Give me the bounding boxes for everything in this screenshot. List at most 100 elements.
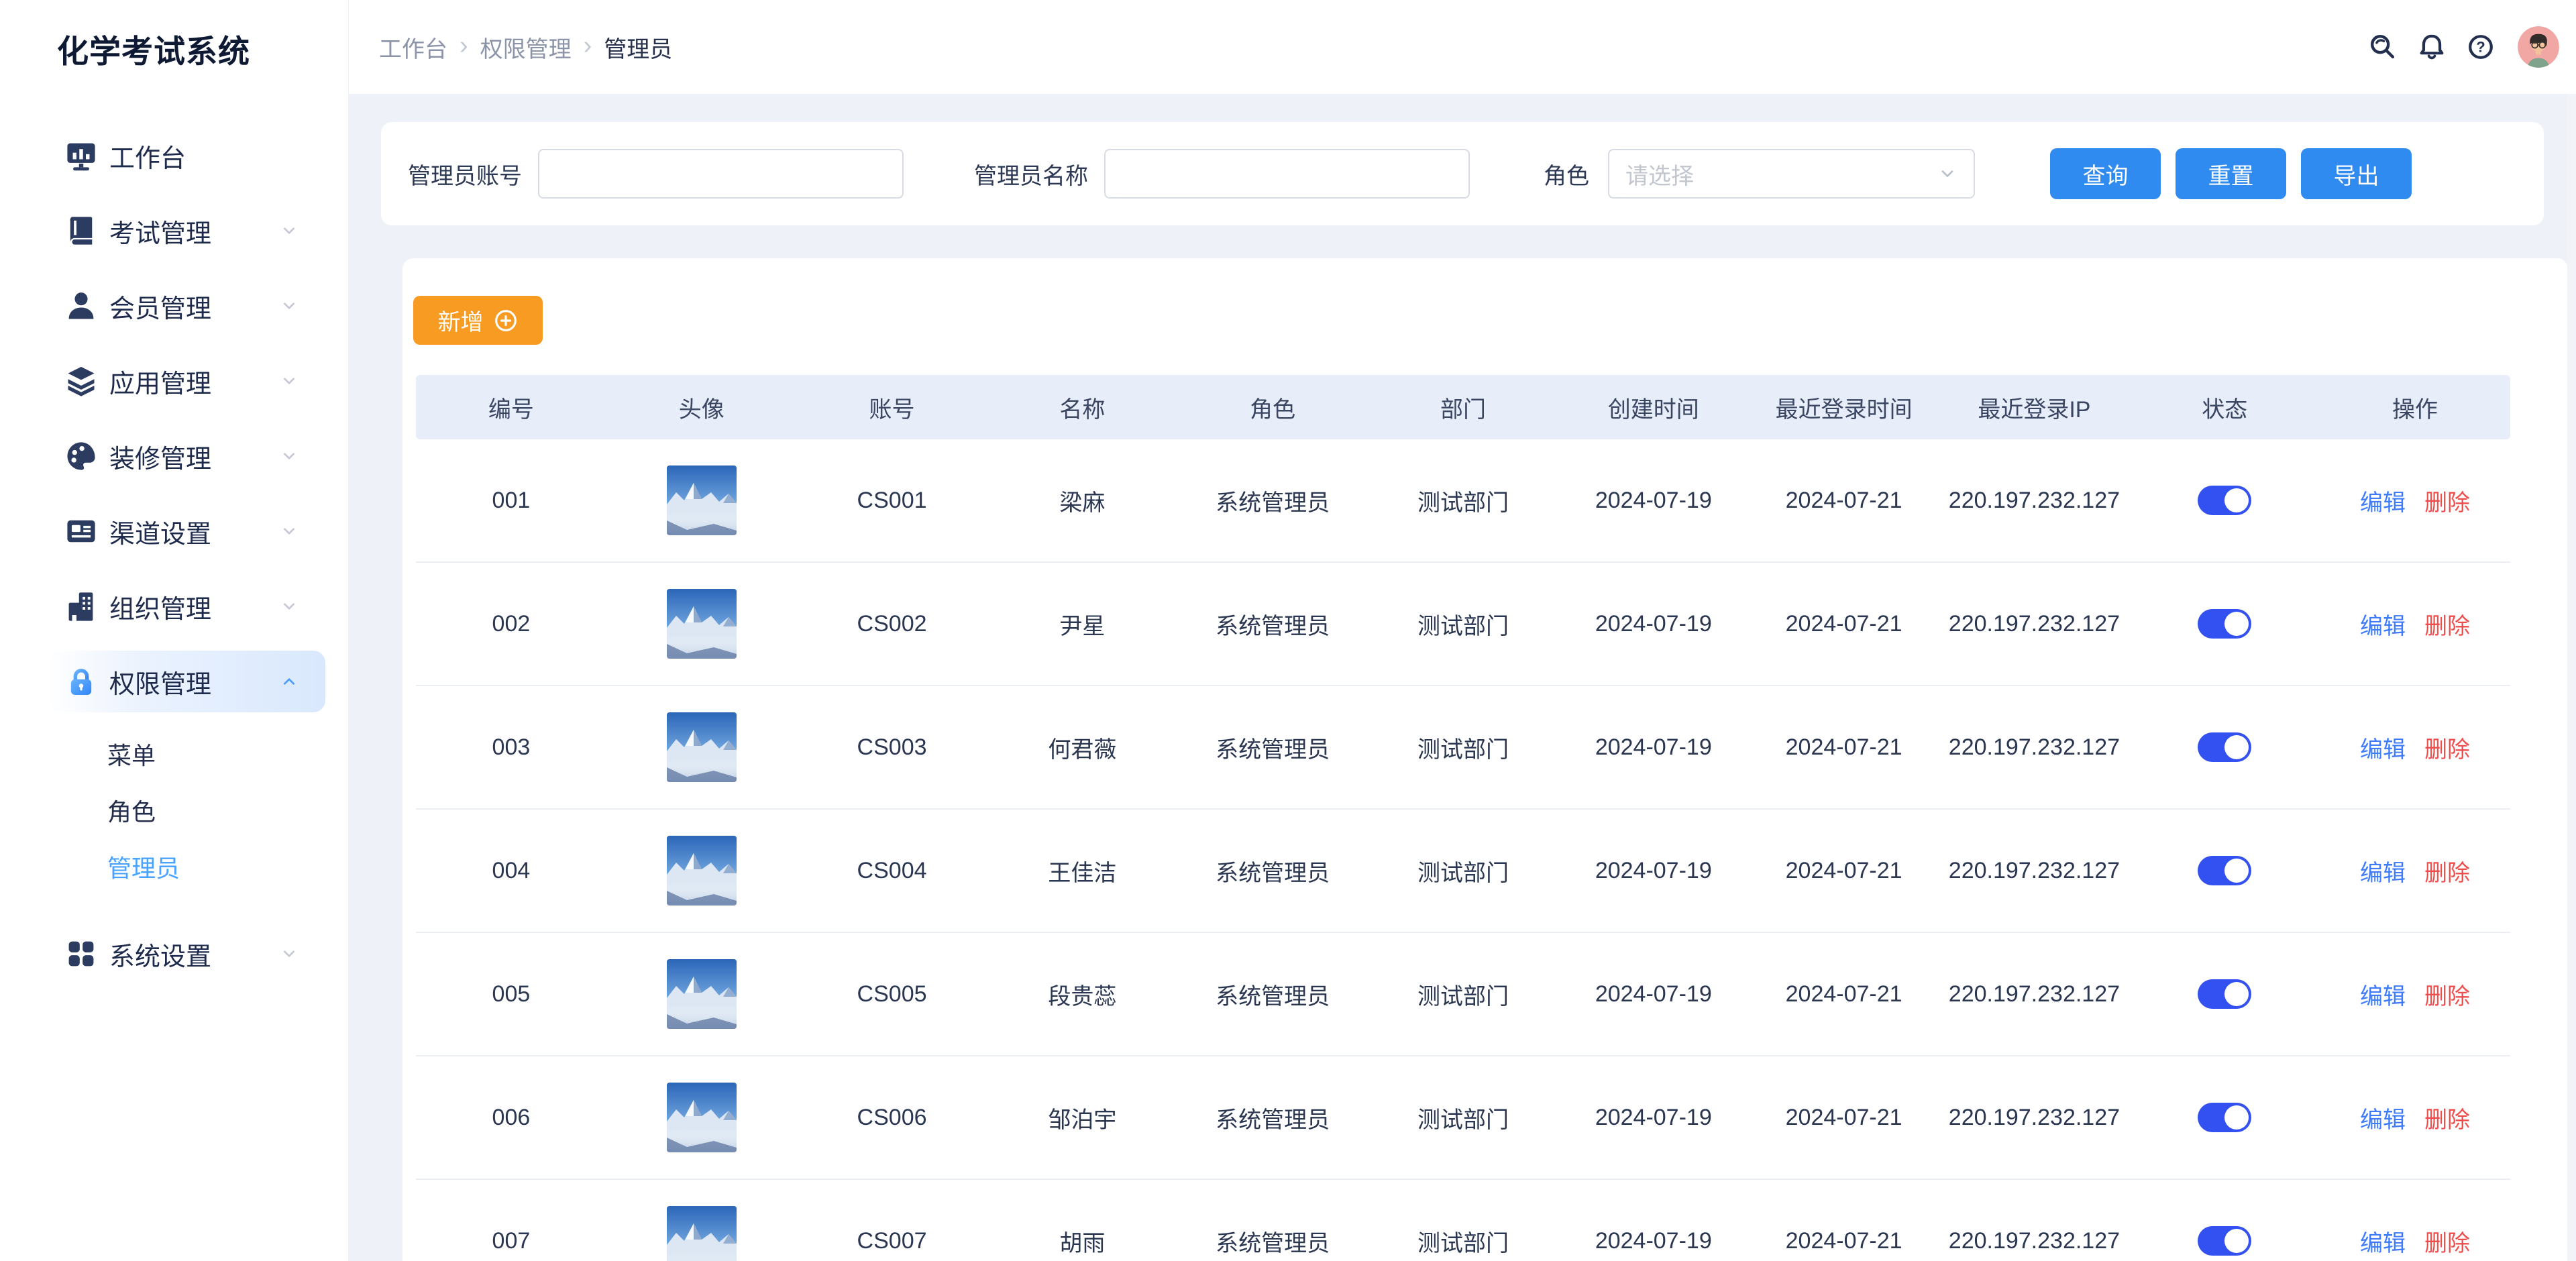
delete-link[interactable]: 删除 xyxy=(2424,608,2470,641)
delete-link[interactable]: 删除 xyxy=(2424,855,2470,887)
chevron-down-icon xyxy=(278,445,300,467)
bell-icon[interactable] xyxy=(2416,32,2447,62)
add-button[interactable]: 新增 xyxy=(413,296,543,345)
sidebar-subitem[interactable]: 角色 xyxy=(0,782,348,838)
status-toggle[interactable] xyxy=(2198,486,2251,515)
cell-actions: 编辑 删除 xyxy=(2320,933,2510,1055)
chevron-down-icon xyxy=(1936,162,1959,185)
cell-avatar xyxy=(606,933,797,1055)
cell-department: 测试部门 xyxy=(1368,439,1558,561)
app-logo: 化学考试系统 xyxy=(57,25,250,72)
delete-link[interactable]: 删除 xyxy=(2424,731,2470,764)
cell-created-time: 2024-07-19 xyxy=(1558,1056,1749,1178)
cell-last-login-time: 2024-07-21 xyxy=(1749,1056,1939,1178)
cell-avatar xyxy=(606,439,797,561)
delete-link[interactable]: 删除 xyxy=(2424,1101,2470,1134)
cell-role: 系统管理员 xyxy=(1177,810,1368,932)
table-header-row: 编号头像账号名称角色部门创建时间最近登录时间最近登录IP状态操作 xyxy=(416,375,2510,439)
cell-last-login-time: 2024-07-21 xyxy=(1749,563,1939,685)
cell-created-time: 2024-07-19 xyxy=(1558,563,1749,685)
delete-link[interactable]: 删除 xyxy=(2424,1225,2470,1258)
cell-last-login-ip: 220.197.232.127 xyxy=(1939,933,2130,1055)
cell-status xyxy=(2129,810,2320,932)
cell-actions: 编辑 删除 xyxy=(2320,439,2510,561)
app-window: 化学考试系统 工作台考试管理会员管理应用管理装修管理渠道设置组织管理权限管理菜单… xyxy=(0,0,2576,1261)
column-header: 状态 xyxy=(2129,375,2320,439)
admin-table: 编号头像账号名称角色部门创建时间最近登录时间最近登录IP状态操作 001 xyxy=(416,375,2510,1261)
toggle-knob xyxy=(2224,1229,2249,1253)
toggle-knob xyxy=(2224,859,2249,883)
sidebar-item-card[interactable]: 渠道设置 xyxy=(0,500,348,562)
edit-link[interactable]: 编辑 xyxy=(2360,731,2406,764)
sidebar-item-building[interactable]: 组织管理 xyxy=(0,575,348,637)
sidebar-subitem[interactable]: 管理员 xyxy=(0,838,348,895)
role-select-placeholder: 请选择 xyxy=(1625,158,1694,190)
building-icon xyxy=(64,589,99,624)
status-toggle[interactable] xyxy=(2198,979,2251,1009)
user-avatar[interactable] xyxy=(2518,26,2559,68)
book-icon xyxy=(64,213,99,248)
column-header: 最近登录时间 xyxy=(1749,375,1939,439)
user-photo xyxy=(667,465,737,535)
edit-link[interactable]: 编辑 xyxy=(2360,978,2406,1011)
reset-button[interactable]: 重置 xyxy=(2176,148,2286,199)
admin-name-label: 管理员名称 xyxy=(974,158,1088,190)
cell-last-login-time: 2024-07-21 xyxy=(1749,933,1939,1055)
table-body: 001 xyxy=(416,439,2510,1261)
edit-link[interactable]: 编辑 xyxy=(2360,1101,2406,1134)
sidebar-subitem[interactable]: 菜单 xyxy=(0,726,348,782)
sidebar-item-grid[interactable]: 系统设置 xyxy=(0,923,348,985)
add-button-label: 新增 xyxy=(438,304,484,337)
export-button[interactable]: 导出 xyxy=(2301,148,2412,199)
table-row: 007 xyxy=(416,1180,2510,1261)
status-toggle[interactable] xyxy=(2198,856,2251,885)
cell-avatar xyxy=(606,810,797,932)
cell-name: 胡雨 xyxy=(987,1180,1177,1261)
delete-link[interactable]: 删除 xyxy=(2424,484,2470,517)
sidebar-item-palette[interactable]: 装修管理 xyxy=(0,425,348,487)
scrollbar-track[interactable] xyxy=(2567,94,2576,1261)
cell-avatar xyxy=(606,686,797,808)
status-toggle[interactable] xyxy=(2198,732,2251,762)
edit-link[interactable]: 编辑 xyxy=(2360,855,2406,887)
sidebar-item-dashboard[interactable]: 工作台 xyxy=(0,125,348,186)
breadcrumb: 工作台 › 权限管理 › 管理员 xyxy=(379,31,672,64)
admin-name-input[interactable] xyxy=(1104,149,1470,199)
cell-created-time: 2024-07-19 xyxy=(1558,810,1749,932)
sidebar-item-label: 考试管理 xyxy=(109,213,211,250)
cell-status xyxy=(2129,563,2320,685)
edit-link[interactable]: 编辑 xyxy=(2360,608,2406,641)
cell-account: CS005 xyxy=(797,933,987,1055)
breadcrumb-item-permission[interactable]: 权限管理 xyxy=(480,31,572,64)
breadcrumb-item-workbench[interactable]: 工作台 xyxy=(379,31,447,64)
search-icon[interactable] xyxy=(2367,32,2398,62)
cell-id: 002 xyxy=(416,563,606,685)
edit-link[interactable]: 编辑 xyxy=(2360,1225,2406,1258)
admin-account-input[interactable] xyxy=(538,149,904,199)
admin-account-label: 管理员账号 xyxy=(408,158,522,190)
role-select[interactable]: 请选择 xyxy=(1608,149,1975,199)
cell-status xyxy=(2129,1056,2320,1178)
cell-name: 梁麻 xyxy=(987,439,1177,561)
cell-created-time: 2024-07-19 xyxy=(1558,686,1749,808)
status-toggle[interactable] xyxy=(2198,609,2251,639)
sidebar-item-lock[interactable]: 权限管理 xyxy=(0,651,348,712)
cell-name: 尹星 xyxy=(987,563,1177,685)
cell-last-login-ip: 220.197.232.127 xyxy=(1939,1180,2130,1261)
edit-link[interactable]: 编辑 xyxy=(2360,484,2406,517)
delete-link[interactable]: 删除 xyxy=(2424,978,2470,1011)
sidebar-item-label: 系统设置 xyxy=(109,936,211,973)
help-icon[interactable]: ? xyxy=(2465,32,2496,62)
column-header: 头像 xyxy=(606,375,797,439)
cell-actions: 编辑 删除 xyxy=(2320,686,2510,808)
status-toggle[interactable] xyxy=(2198,1103,2251,1132)
sidebar-item-user[interactable]: 会员管理 xyxy=(0,275,348,337)
sidebar-submenu: 菜单角色管理员 xyxy=(0,726,348,895)
topbar: 工作台 › 权限管理 › 管理员 xyxy=(349,0,2576,94)
column-header: 角色 xyxy=(1177,375,1368,439)
sidebar-item-book[interactable]: 考试管理 xyxy=(0,200,348,262)
sidebar-item-layers[interactable]: 应用管理 xyxy=(0,350,348,412)
status-toggle[interactable] xyxy=(2198,1226,2251,1256)
query-button[interactable]: 查询 xyxy=(2050,148,2161,199)
role-label: 角色 xyxy=(1544,158,1589,190)
